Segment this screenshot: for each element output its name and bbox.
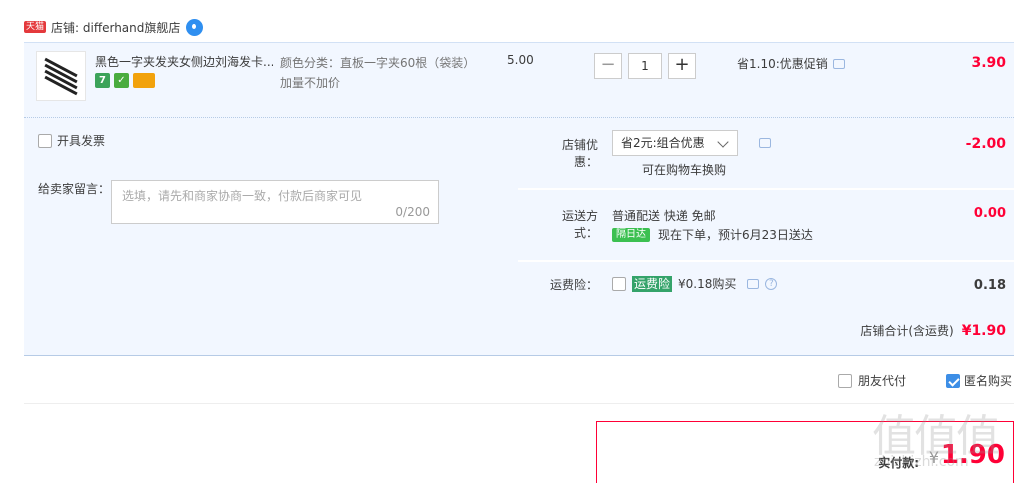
item-promo: 省1.10:优惠促销 — [737, 55, 845, 72]
anonymous-label: 匿名购买 — [964, 374, 1013, 388]
credit-card-icon[interactable] — [133, 73, 155, 88]
insurance-comment-icon[interactable] — [747, 278, 760, 289]
discount-note: 可在购物车换购 — [642, 163, 727, 177]
product-title-link[interactable]: 黑色一字夹发夹女侧边刘海发卡... — [95, 53, 273, 70]
promo-text: 省1.10:优惠促销 — [737, 57, 828, 71]
friend-pay-checkbox[interactable] — [838, 373, 852, 388]
anonymous-option[interactable]: 匿名购买 — [946, 372, 1012, 389]
friend-pay-option[interactable]: 朋友代付 — [838, 372, 906, 389]
message-char-count: 0/200 — [395, 205, 430, 219]
item-subtotal: 3.90 — [971, 55, 1006, 71]
watermark-url: zhizhizhi.com — [874, 454, 969, 470]
shipping-value: 0.00 — [973, 206, 1006, 221]
discount-comment-icon[interactable] — [759, 138, 771, 148]
invoice-checkbox[interactable] — [38, 133, 52, 148]
shop-name-link[interactable]: 店铺: differhand旗舰店 — [51, 19, 180, 36]
order-item-row: 黑色一字夹发夹女侧边刘海发卡... 7 ✓ 颜色分类：直板一字夹60根（袋装）加… — [24, 42, 1014, 118]
insurance-option: 运费险 ¥0.18购买 ? — [612, 275, 778, 292]
payment-options-row: 朋友代付 匿名购买 — [24, 360, 1014, 404]
message-placeholder: 选填，请先和商家协商一致，付款后商家可见 — [122, 189, 363, 203]
shipping-label: 运送方式： — [561, 209, 598, 240]
tmall-badge: 天猫 — [24, 21, 47, 33]
insurance-checkbox[interactable] — [612, 276, 626, 291]
chevron-down-icon — [717, 136, 729, 148]
friend-pay-label: 朋友代付 — [858, 374, 907, 388]
decrease-quantity-button[interactable]: − — [594, 53, 622, 79]
shipping-row: 运送方式： 普通配送 快递 免邮 隔日达 现在下单，预计6月23日送达 0.00 — [518, 190, 1014, 260]
shipping-method: 普通配送 快递 免邮 — [612, 209, 716, 223]
anonymous-checkbox[interactable] — [946, 373, 960, 388]
shipping-eta-line: 隔日达 现在下单，预计6月23日送达 — [612, 226, 813, 243]
invoice-option[interactable]: 开具发票 — [38, 132, 105, 149]
seller-message-textarea[interactable]: 选填，请先和商家协商一致，付款后商家可见 0/200 — [111, 180, 439, 224]
discount-value: -2.00 — [965, 136, 1006, 152]
insurance-price: ¥0.18购买 — [678, 277, 737, 291]
discount-label: 店铺优惠： — [561, 138, 598, 169]
quantity-input[interactable]: 1 — [628, 53, 662, 79]
discount-selected-value: 省2元:组合优惠 — [621, 136, 705, 150]
insurance-value: 0.18 — [973, 278, 1006, 293]
insurance-label: 运费险： — [549, 278, 598, 292]
invoice-label: 开具发票 — [57, 134, 106, 148]
shield-guarantee-icon[interactable]: ✓ — [114, 73, 129, 88]
unit-price: 5.00 — [507, 53, 534, 67]
shop-total: 店铺合计(含运费) ¥1.90 — [860, 322, 1006, 339]
help-icon[interactable]: ? — [765, 277, 778, 290]
options-right: 店铺优惠： 省2元:组合优惠 可在购物车换购 -2.00 运送方式： 普通配送 … — [518, 118, 1014, 306]
service-badges: 7 ✓ — [95, 73, 155, 88]
next-day-badge: 隔日达 — [612, 227, 650, 242]
shop-total-value: ¥1.90 — [961, 323, 1006, 339]
shipping-eta: 现在下单，预计6月23日送达 — [658, 228, 813, 242]
quantity-stepper: − 1 + — [594, 53, 696, 79]
options-left: 开具发票 给卖家留言： 选填，请先和商家协商一致，付款后商家可见 0/200 — [24, 118, 518, 304]
discount-select[interactable]: 省2元:组合优惠 — [612, 130, 738, 156]
product-thumbnail[interactable] — [36, 51, 86, 101]
message-label: 给卖家留言： — [38, 182, 111, 196]
comment-icon[interactable] — [832, 58, 845, 69]
sku-text: 颜色分类：直板一字夹60根（袋装）加量不加价 — [280, 56, 470, 90]
increase-quantity-button[interactable]: + — [668, 53, 696, 79]
insurance-row: 运费险： 运费险 ¥0.18购买 ? 0.18 — [518, 262, 1014, 306]
discount-row: 店铺优惠： 省2元:组合优惠 可在购物车换购 -2.00 — [518, 118, 1014, 188]
order-options-panel: 开具发票 给卖家留言： 选填，请先和商家协商一致，付款后商家可见 0/200 店… — [24, 118, 1014, 356]
wangwang-chat-icon[interactable] — [186, 18, 204, 36]
shop-header: 天猫 店铺: differhand旗舰店 — [24, 16, 204, 38]
seven-day-return-icon[interactable]: 7 — [95, 73, 110, 88]
insurance-tag: 运费险 — [632, 275, 673, 292]
shop-total-label: 店铺合计(含运费) — [860, 324, 954, 338]
